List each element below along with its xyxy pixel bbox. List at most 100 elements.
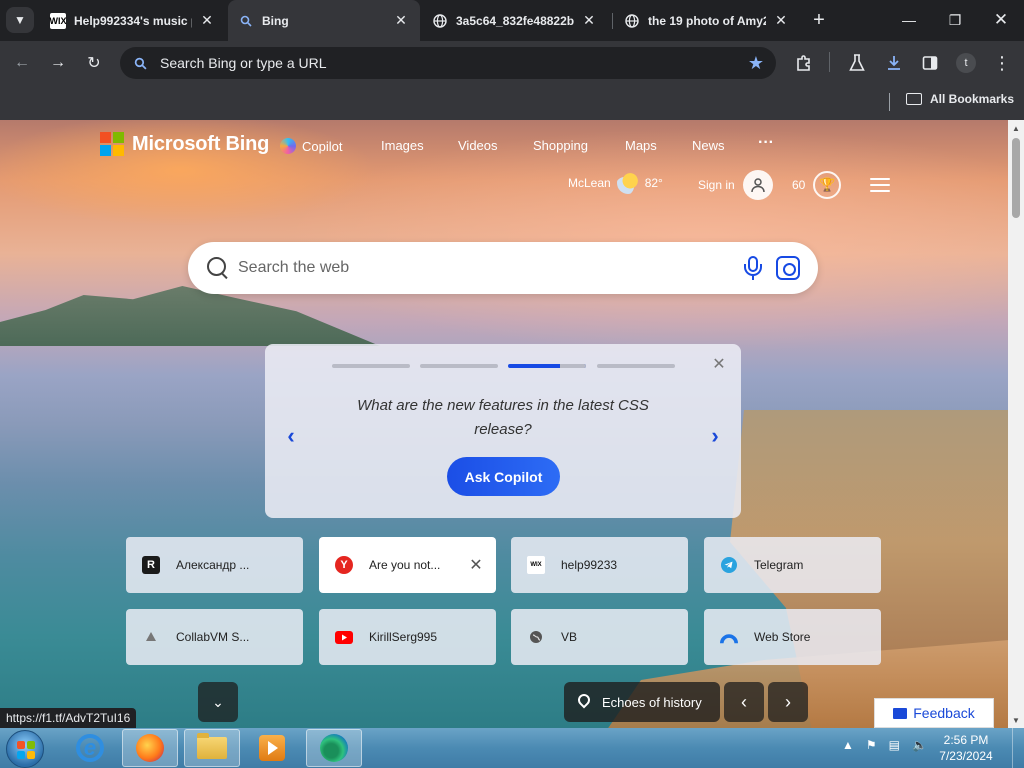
close-icon[interactable]: ✕ xyxy=(772,12,790,30)
tab-file[interactable]: 3a5c64_832fe48822b3 ✕ xyxy=(422,4,608,37)
quick-link-tile[interactable]: Y Are you not... ✕ xyxy=(319,537,496,593)
next-image-button[interactable]: › xyxy=(768,682,808,722)
chevron-down-icon: ⌄ xyxy=(212,693,224,710)
close-icon[interactable]: ✕ xyxy=(198,12,216,30)
network-icon[interactable]: ▤ xyxy=(889,738,900,752)
tab-strip: ▼ WIX Help992334's music p ✕ Bing ✕ 3a5c… xyxy=(0,0,1024,41)
nav-copilot[interactable]: Copilot xyxy=(280,138,342,154)
window-close-button[interactable]: ✕ xyxy=(989,8,1013,32)
feedback-label: Feedback xyxy=(913,705,975,721)
wix-icon: WIX xyxy=(527,556,545,574)
firefox-icon xyxy=(136,734,164,762)
address-input[interactable] xyxy=(160,55,720,71)
weather-widget[interactable]: McLean 82° xyxy=(568,172,663,194)
download-icon[interactable] xyxy=(880,49,908,77)
close-icon[interactable]: ✕ xyxy=(392,12,410,30)
page-scrollbar[interactable]: ▲ ▼ xyxy=(1008,120,1024,728)
tab-title: 3a5c64_832fe48822b3 xyxy=(456,13,574,28)
quick-link-tile[interactable]: WIX help99233 xyxy=(511,537,688,593)
tab-search-button[interactable]: ▼ xyxy=(6,7,34,33)
previous-image-button[interactable]: ‹ xyxy=(724,682,764,722)
rewards-points: 60 xyxy=(792,178,806,192)
visual-search-icon[interactable] xyxy=(776,256,800,280)
minimize-button[interactable]: — xyxy=(897,8,921,32)
tile-label: Александр ... xyxy=(176,558,250,572)
windows-taskbar: e ▲ ⚑ ▤ 🔈 2:56 PM 7/23/2024 xyxy=(0,728,1024,768)
quick-link-tile[interactable]: Telegram xyxy=(704,537,881,593)
collapse-feed-button[interactable]: ⌄ xyxy=(198,682,238,722)
nav-maps[interactable]: Maps xyxy=(625,138,657,153)
quick-link-tile[interactable]: Web Store xyxy=(704,609,881,665)
profile-avatar[interactable]: t xyxy=(956,53,976,73)
restore-button[interactable]: ❐ xyxy=(943,8,967,32)
location-label: McLean xyxy=(568,176,611,190)
internet-explorer-icon: e xyxy=(76,734,104,762)
hamburger-menu-icon[interactable] xyxy=(870,178,890,192)
tile-label: Telegram xyxy=(754,558,804,572)
scroll-down-icon[interactable]: ▼ xyxy=(1008,712,1024,728)
quick-link-tile[interactable]: CollabVM S... xyxy=(126,609,303,665)
bookmark-star-icon[interactable]: ★ xyxy=(748,53,764,74)
carousel-step-1[interactable] xyxy=(332,364,410,368)
volume-icon[interactable]: 🔈 xyxy=(912,738,927,752)
tab-wix[interactable]: WIX Help992334's music p ✕ xyxy=(40,4,226,37)
close-icon[interactable]: ✕ xyxy=(711,356,727,373)
taskbar-firefox[interactable] xyxy=(122,729,178,767)
remove-tile-icon[interactable]: ✕ xyxy=(468,557,484,574)
taskbar-media-player[interactable] xyxy=(244,729,300,767)
nav-videos[interactable]: Videos xyxy=(458,138,498,153)
reload-button[interactable]: ↻ xyxy=(80,49,108,77)
nav-news[interactable]: News xyxy=(692,138,725,153)
tab-title: Help992334's music p xyxy=(74,13,192,28)
show-desktop-button[interactable] xyxy=(1012,728,1024,768)
all-bookmarks-label: All Bookmarks xyxy=(930,92,1015,106)
search-input[interactable] xyxy=(238,259,718,277)
close-icon[interactable]: ✕ xyxy=(580,12,598,30)
tab-bing[interactable]: Bing ✕ xyxy=(228,0,420,41)
taskbar-edge[interactable] xyxy=(306,729,362,767)
tab-separator xyxy=(612,13,613,29)
scroll-up-icon[interactable]: ▲ xyxy=(1008,120,1024,136)
address-bar[interactable]: ★ xyxy=(120,47,776,79)
temperature: 82° xyxy=(644,176,663,190)
forward-button[interactable]: → xyxy=(44,49,72,77)
tab-title: Bing xyxy=(262,13,289,28)
chevron-left-icon[interactable]: ‹ xyxy=(281,423,301,448)
quick-link-tile[interactable]: VB xyxy=(511,609,688,665)
image-info-button[interactable]: Echoes of history xyxy=(564,682,720,722)
search-box[interactable] xyxy=(188,242,818,294)
labs-flask-icon[interactable] xyxy=(843,49,871,77)
tray-expand-icon[interactable]: ▲ xyxy=(842,738,854,752)
chevron-right-icon[interactable]: › xyxy=(705,423,725,448)
sign-in-button[interactable]: Sign in xyxy=(698,170,773,200)
start-button[interactable] xyxy=(6,730,44,768)
action-center-flag-icon[interactable]: ⚑ xyxy=(866,738,877,752)
bing-logo[interactable]: Microsoft Bing xyxy=(100,132,269,156)
taskbar-file-explorer[interactable] xyxy=(184,729,240,767)
new-tab-button[interactable]: + xyxy=(808,9,830,31)
back-button[interactable]: ← xyxy=(8,49,36,77)
nav-more[interactable]: ··· xyxy=(758,134,774,152)
nav-shopping[interactable]: Shopping xyxy=(533,138,588,153)
carousel-step-4[interactable] xyxy=(597,364,675,368)
taskbar-clock[interactable]: 2:56 PM 7/23/2024 xyxy=(930,732,1002,764)
extensions-icon[interactable] xyxy=(790,49,818,77)
feedback-button[interactable]: Feedback xyxy=(874,698,994,728)
rewards-button[interactable]: 60 🏆 xyxy=(792,171,842,199)
ask-copilot-button[interactable]: Ask Copilot xyxy=(447,457,560,496)
folder-icon xyxy=(906,93,922,105)
carousel-step-3[interactable] xyxy=(508,364,586,368)
taskbar-internet-explorer[interactable]: e xyxy=(62,729,118,767)
quick-link-tile[interactable]: KirillSerg995 xyxy=(319,609,496,665)
microphone-icon[interactable] xyxy=(744,256,762,280)
all-bookmarks-button[interactable]: All Bookmarks xyxy=(906,92,1014,106)
edge-icon xyxy=(320,734,348,762)
nav-images[interactable]: Images xyxy=(381,138,424,153)
side-panel-icon[interactable] xyxy=(916,49,944,77)
scroll-thumb[interactable] xyxy=(1012,138,1020,218)
more-menu-icon[interactable]: ⋮ xyxy=(988,49,1016,77)
carousel-step-2[interactable] xyxy=(420,364,498,368)
quick-link-tile[interactable]: R Александр ... xyxy=(126,537,303,593)
tab-photo[interactable]: the 19 photo of Amy2 ✕ xyxy=(614,4,800,37)
youtube-icon xyxy=(335,628,353,646)
